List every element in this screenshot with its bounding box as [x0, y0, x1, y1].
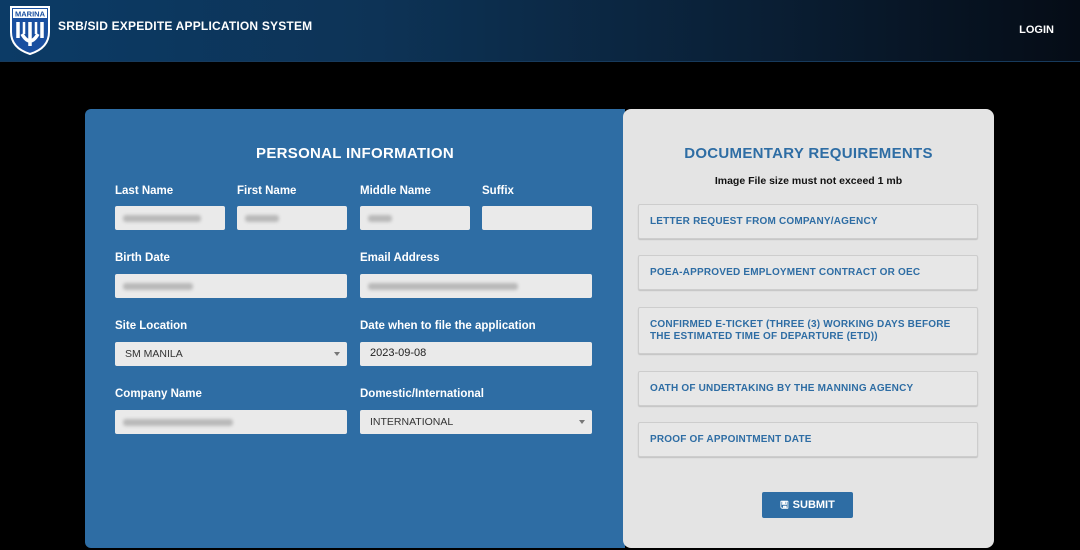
site-location-select[interactable]: SM MANILA — [115, 342, 347, 366]
birth-date-label: Birth Date — [115, 252, 170, 264]
suffix-label: Suffix — [482, 185, 514, 197]
top-navbar: MARINA SRB/SID EXPEDITE APPLICATION SYST… — [0, 0, 1080, 62]
redacted-value — [368, 215, 392, 222]
file-size-note: Image File size must not exceed 1 mb — [714, 175, 903, 187]
redacted-value — [123, 215, 201, 222]
requirement-oath-of-undertaking[interactable]: OATH OF UNDERTAKING BY THE MANNING AGENC… — [638, 371, 978, 406]
domestic-international-select[interactable]: INTERNATIONAL — [360, 410, 592, 434]
floppy-disk-icon: 🖫 — [780, 500, 789, 511]
email-address-label: Email Address — [360, 252, 440, 264]
documentary-requirements-card: DOCUMENTARY REQUIREMENTS Image File size… — [623, 109, 994, 548]
requirement-label: POEA-APPROVED EMPLOYMENT CONTRACT OR OEC — [650, 267, 921, 278]
requirement-employment-contract[interactable]: POEA-APPROVED EMPLOYMENT CONTRACT OR OEC — [638, 255, 978, 290]
personal-information-card: PERSONAL INFORMATION Last Name First Nam… — [85, 109, 625, 548]
submit-label: SUBMIT — [792, 499, 835, 511]
first-name-label: First Name — [237, 185, 297, 197]
documentary-requirements-title: DOCUMENTARY REQUIREMENTS — [684, 145, 933, 162]
login-link[interactable]: LOGIN — [1019, 24, 1054, 36]
middle-name-input[interactable] — [360, 206, 470, 230]
first-name-input[interactable] — [237, 206, 347, 230]
company-name-label: Company Name — [115, 388, 202, 400]
last-name-input[interactable] — [115, 206, 225, 230]
requirement-e-ticket[interactable]: CONFIRMED E-TICKET (THREE (3) WORKING DA… — [638, 307, 978, 354]
personal-information-title: PERSONAL INFORMATION — [256, 145, 454, 162]
file-date-input[interactable]: 2023-09-08 — [360, 342, 592, 366]
redacted-value — [368, 283, 518, 290]
file-date-value: 2023-09-08 — [370, 347, 427, 359]
marina-logo: MARINA — [10, 6, 50, 56]
last-name-label: Last Name — [115, 185, 174, 197]
site-location-value: SM MANILA — [125, 348, 183, 360]
requirement-label: CONFIRMED E-TICKET (THREE (3) WORKING DA… — [650, 319, 951, 342]
redacted-value — [123, 419, 233, 426]
domestic-international-value: INTERNATIONAL — [370, 416, 454, 428]
middle-name-label: Middle Name — [360, 185, 431, 197]
redacted-value — [245, 215, 279, 222]
requirement-label: LETTER REQUEST FROM COMPANY/AGENCY — [650, 216, 878, 227]
suffix-input[interactable] — [482, 206, 592, 230]
company-name-input[interactable] — [115, 410, 347, 434]
app-title: SRB/SID EXPEDITE APPLICATION SYSTEM — [58, 19, 313, 33]
chevron-down-icon — [334, 352, 340, 356]
requirement-label: OATH OF UNDERTAKING BY THE MANNING AGENC… — [650, 383, 914, 394]
birth-date-input[interactable] — [115, 274, 347, 298]
requirement-proof-of-appointment[interactable]: PROOF OF APPOINTMENT DATE — [638, 422, 978, 457]
email-address-input[interactable] — [360, 274, 592, 298]
redacted-value — [123, 283, 193, 290]
requirement-letter-request[interactable]: LETTER REQUEST FROM COMPANY/AGENCY — [638, 204, 978, 239]
svg-text:MARINA: MARINA — [15, 10, 46, 19]
domestic-international-label: Domestic/International — [360, 388, 484, 400]
submit-button[interactable]: 🖫 SUBMIT — [762, 492, 853, 518]
site-location-label: Site Location — [115, 320, 188, 332]
requirement-label: PROOF OF APPOINTMENT DATE — [650, 434, 812, 445]
chevron-down-icon — [579, 420, 585, 424]
file-date-label: Date when to file the application — [360, 320, 536, 332]
